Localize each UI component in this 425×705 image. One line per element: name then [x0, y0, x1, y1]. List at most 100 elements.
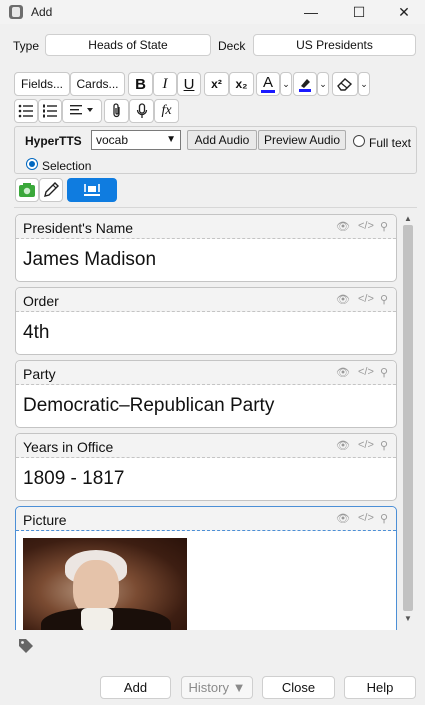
record-audio-button[interactable]	[129, 99, 154, 123]
field-header: President's Name 👁 </> ⚲	[16, 215, 396, 239]
add-audio-button[interactable]: Add Audio	[187, 130, 257, 150]
eye-icon[interactable]: 👁	[336, 366, 350, 379]
field-party: Party 👁 </> ⚲ Democratic–Republican Part…	[15, 360, 397, 428]
bold-button[interactable]: B	[128, 72, 153, 96]
text-color-button[interactable]: A	[256, 72, 280, 96]
close-button[interactable]: Close	[262, 676, 335, 699]
field-input[interactable]: 1809 - 1817	[16, 458, 396, 502]
title-bar: Add — ☐ ✕	[0, 0, 425, 24]
bullet-list-button[interactable]	[14, 99, 38, 123]
mathjax-button[interactable]: fx	[154, 99, 179, 123]
scrollbar-thumb[interactable]	[403, 225, 413, 611]
pin-icon[interactable]: ⚲	[380, 512, 388, 525]
selection-radio[interactable]	[26, 158, 38, 170]
html-editor-icon[interactable]: </>	[358, 512, 374, 524]
align-left-icon	[70, 105, 93, 115]
field-label: President's Name	[23, 220, 134, 236]
preview-audio-button[interactable]: Preview Audio	[258, 130, 346, 150]
field-picture: Picture 👁 </> ⚲	[15, 506, 397, 630]
close-window-button[interactable]: ✕	[381, 0, 425, 24]
note-type-button[interactable]: Heads of State	[45, 34, 211, 56]
cards-button[interactable]: Cards...	[70, 72, 125, 96]
chevron-down-icon: ⌄	[282, 78, 290, 89]
field-input[interactable]: James Madison	[16, 239, 396, 283]
pin-icon[interactable]: ⚲	[380, 293, 388, 306]
numbered-list-button[interactable]	[38, 99, 62, 123]
pin-icon[interactable]: ⚲	[380, 220, 388, 233]
eraser-icon	[337, 78, 353, 91]
chevron-down-icon: ⌄	[319, 78, 327, 89]
field-input[interactable]: 4th	[16, 312, 396, 356]
html-editor-icon[interactable]: </>	[358, 293, 374, 305]
edit-toggle[interactable]	[39, 178, 63, 202]
field-order: Order 👁 </> ⚲ 4th	[15, 287, 397, 355]
field-label: Picture	[23, 512, 67, 528]
hypertts-preset-select[interactable]: vocab ▼	[91, 130, 181, 150]
attach-button[interactable]	[104, 99, 129, 123]
full-text-label: Full text	[369, 136, 412, 150]
numbered-list-icon	[43, 104, 57, 118]
paperclip-icon	[112, 103, 120, 118]
subscript-button[interactable]: x₂	[229, 72, 254, 96]
field-header: Party 👁 </> ⚲	[16, 361, 396, 385]
minimize-button[interactable]: —	[288, 0, 334, 24]
full-text-radio[interactable]	[353, 135, 365, 147]
camera-icon	[19, 183, 35, 197]
field-header: Picture 👁 </> ⚲	[16, 507, 396, 531]
field-header: Years in Office 👁 </> ⚲	[16, 434, 396, 458]
hypertts-title: HyperTTS	[25, 134, 82, 148]
underline-button[interactable]: U	[177, 72, 201, 96]
plain-text-toggle[interactable]	[15, 178, 39, 202]
clear-format-button[interactable]	[332, 72, 358, 96]
portrait-collar	[81, 608, 113, 630]
history-button[interactable]: History ▼	[181, 676, 253, 699]
field-label: Party	[23, 366, 56, 382]
add-button[interactable]: Add	[100, 676, 171, 699]
pin-icon[interactable]: ⚲	[380, 366, 388, 379]
window-title: Add	[31, 5, 53, 19]
clear-format-dropdown[interactable]: ⌄	[358, 72, 370, 96]
eye-icon[interactable]: 👁	[336, 439, 350, 452]
html-editor-icon[interactable]: </>	[358, 220, 374, 232]
field-header: Order 👁 </> ⚲	[16, 288, 396, 312]
eye-icon[interactable]: 👁	[336, 220, 350, 233]
deck-label: Deck	[218, 39, 246, 53]
tag-icon[interactable]	[18, 638, 34, 654]
alignment-button[interactable]	[62, 99, 102, 123]
maximize-button[interactable]: ☐	[336, 0, 382, 24]
html-editor-icon[interactable]: </>	[358, 439, 374, 451]
pencil-icon	[44, 182, 59, 197]
deck-button[interactable]: US Presidents	[253, 34, 416, 56]
eye-icon[interactable]: 👁	[336, 512, 350, 525]
hypertts-panel: HyperTTS vocab ▼ Add Audio Preview Audio…	[14, 126, 417, 174]
eye-icon[interactable]: 👁	[336, 293, 350, 306]
highlighter-icon	[299, 79, 311, 92]
scroll-up-arrow[interactable]: ▲	[402, 214, 414, 224]
help-button[interactable]: Help	[344, 676, 416, 699]
chevron-down-icon: ▼	[166, 134, 176, 145]
field-presidents-name: President's Name 👁 </> ⚲ James Madison	[15, 214, 397, 282]
field-label: Order	[23, 293, 59, 309]
text-color-icon: A	[260, 73, 275, 93]
field-editor: President's Name 👁 </> ⚲ James Madison O…	[14, 212, 398, 630]
html-editor-icon[interactable]: </>	[358, 366, 374, 378]
highlight-color-dropdown[interactable]: ⌄	[317, 72, 329, 96]
pin-icon[interactable]: ⚲	[380, 439, 388, 452]
text-color-dropdown[interactable]: ⌄	[280, 72, 292, 96]
note-type-row: Type Heads of State Deck US Presidents	[0, 34, 425, 58]
italic-button[interactable]: I	[153, 72, 177, 96]
portrait-image[interactable]	[23, 538, 187, 630]
scroll-down-arrow[interactable]: ▼	[402, 614, 414, 624]
image-occlusion-toggle[interactable]	[67, 178, 117, 202]
field-input[interactable]: Democratic–Republican Party	[16, 385, 396, 429]
microphone-icon	[136, 103, 147, 118]
divider	[14, 207, 417, 208]
bullet-list-icon	[18, 104, 33, 118]
app-icon	[9, 5, 23, 19]
superscript-button[interactable]: x²	[204, 72, 229, 96]
type-label: Type	[13, 39, 40, 53]
image-occlusion-icon	[84, 184, 100, 196]
hypertts-preset-value: vocab	[96, 133, 129, 147]
fields-button[interactable]: Fields...	[14, 72, 70, 96]
highlight-color-button[interactable]	[293, 72, 317, 96]
